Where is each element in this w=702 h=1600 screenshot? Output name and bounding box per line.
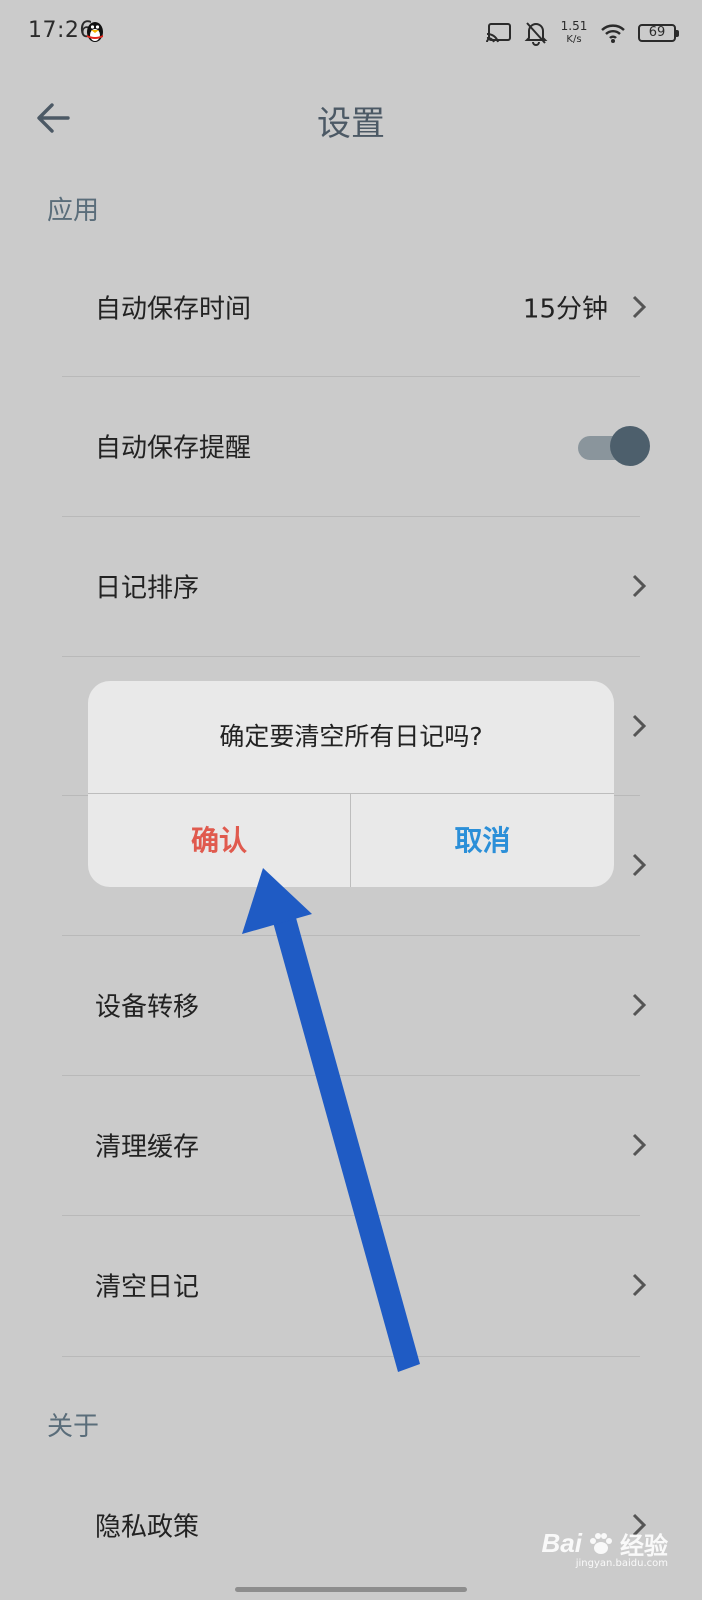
settings-row-clear-cache[interactable]: 清理缓存	[0, 1076, 702, 1214]
autosave-reminder-toggle[interactable]	[578, 426, 650, 466]
network-speed: 1.51 K/s	[560, 20, 588, 46]
network-speed-value: 1.51	[560, 19, 588, 33]
settings-row-autosave-time[interactable]: 自动保存时间 15分钟	[0, 238, 702, 376]
chevron-right-icon	[632, 993, 647, 1017]
wifi-icon	[601, 24, 625, 43]
qq-penguin-icon	[87, 22, 103, 42]
settings-row-autosave-reminder: 自动保存提醒	[0, 377, 702, 515]
settings-row-diary-sort[interactable]: 日记排序	[0, 517, 702, 655]
cancel-button[interactable]: 取消	[351, 794, 614, 887]
row-label: 设备转移	[95, 992, 200, 1023]
watermark-brand: Bai	[541, 1528, 582, 1558]
bell-muted-icon	[524, 22, 548, 46]
chevron-right-icon	[632, 574, 647, 598]
app-header: 设置	[0, 78, 702, 160]
settings-row-device-transfer[interactable]: 设备转移	[0, 936, 702, 1074]
chevron-right-icon	[632, 853, 647, 877]
confirm-button[interactable]: 确认	[88, 794, 350, 887]
row-label: 自动保存提醒	[95, 433, 252, 464]
watermark-url: jingyan.baidu.com	[575, 1558, 668, 1569]
screen-cast-icon	[486, 23, 511, 43]
baidu-jingyan-watermark: Bai 经验 jingyan.baidu.com	[541, 1526, 668, 1569]
chevron-right-icon	[632, 1133, 647, 1157]
settings-row-clear-diary[interactable]: 清空日记	[0, 1216, 702, 1354]
page-title: 设置	[317, 104, 385, 144]
chevron-right-icon	[632, 714, 647, 738]
row-label: 日记排序	[95, 573, 200, 604]
row-value: 15分钟	[522, 294, 608, 325]
row-label: 清理缓存	[95, 1132, 200, 1163]
divider	[62, 1356, 640, 1357]
chevron-right-icon	[632, 1273, 647, 1297]
section-header-app: 应用	[47, 196, 100, 226]
dialog-message: 确定要清空所有日记吗?	[219, 722, 483, 751]
network-speed-unit: K/s	[566, 34, 582, 45]
battery-indicator: 69	[638, 24, 679, 42]
status-bar: 17:26 1.51 K/s 69	[0, 0, 702, 64]
toggle-knob	[610, 426, 650, 466]
row-label: 清空日记	[95, 1272, 200, 1303]
paw-logo-icon	[590, 1532, 612, 1554]
settings-row-privacy-policy[interactable]: 隐私政策	[0, 1456, 702, 1594]
confirm-clear-dialog: 确定要清空所有日记吗? 确认 取消	[88, 681, 614, 887]
row-label: 隐私政策	[95, 1512, 200, 1543]
row-label: 自动保存时间	[95, 294, 252, 325]
section-header-about: 关于	[47, 1412, 100, 1442]
watermark-suffix: 经验	[620, 1532, 668, 1560]
home-indicator[interactable]	[235, 1587, 467, 1592]
chevron-right-icon	[632, 295, 647, 319]
